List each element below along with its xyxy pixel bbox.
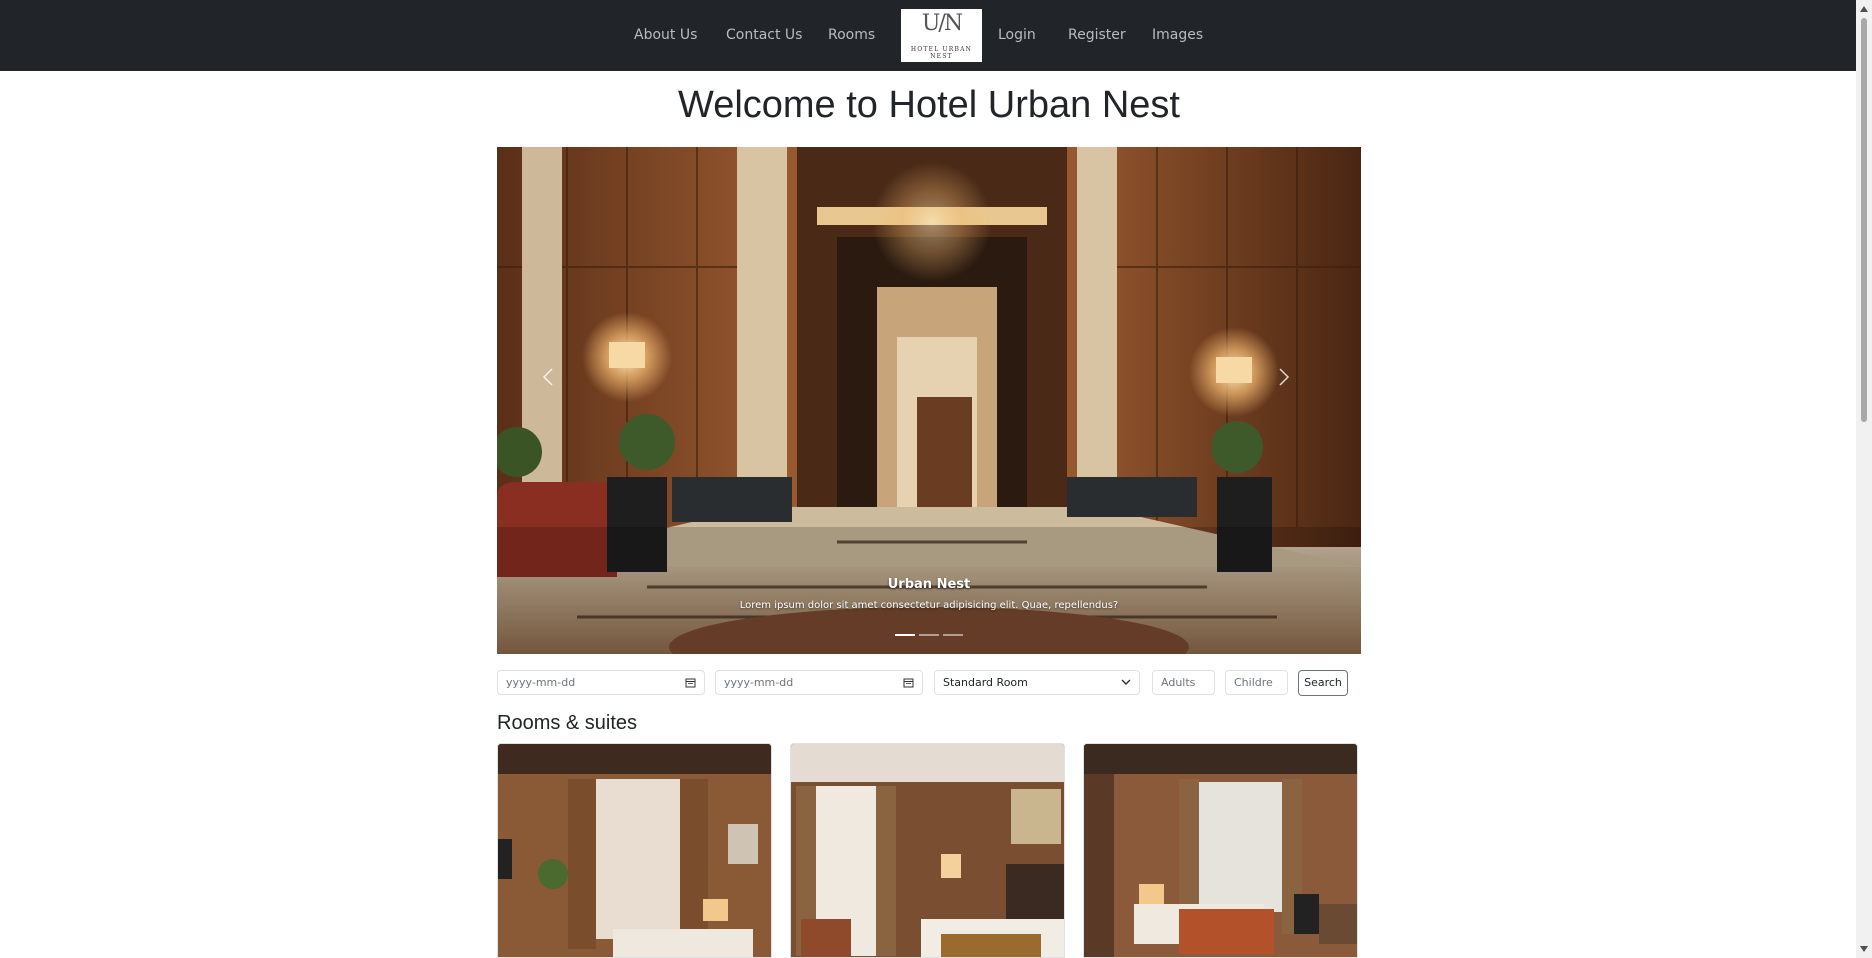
nav-link-register[interactable]: Register (1068, 0, 1126, 71)
room-card-2[interactable] (790, 743, 1065, 958)
checkout-placeholder: yyyy-mm-dd (724, 676, 794, 689)
navbar: About Us Contact Us Rooms U/N HOTEL URBA… (0, 0, 1856, 71)
carousel-indicator-2[interactable] (919, 634, 939, 636)
rooms-section-title: Rooms & suites (497, 712, 638, 734)
children-input[interactable]: Childre (1225, 670, 1288, 695)
room-card-3[interactable] (1083, 743, 1358, 958)
checkin-placeholder: yyyy-mm-dd (506, 676, 576, 689)
carousel-next-button[interactable] (1277, 367, 1317, 427)
nav-link-rooms[interactable]: Rooms (828, 0, 875, 71)
room-type-select[interactable]: Standard Room (934, 670, 1140, 695)
nav-link-about-us[interactable]: About Us (634, 0, 697, 71)
carousel-caption-text: Lorem ipsum dolor sit amet consectetur a… (739, 600, 1119, 611)
carousel-prev-button[interactable] (541, 367, 581, 427)
logo-monogram: U/N (921, 11, 963, 36)
nav-link-contact-us[interactable]: Contact Us (726, 0, 802, 71)
nav-link-login[interactable]: Login (998, 0, 1036, 71)
hotel-logo[interactable]: U/N HOTEL URBAN NEST (901, 9, 982, 62)
chevron-left-icon (542, 368, 553, 386)
adults-input[interactable]: Adults (1152, 670, 1215, 695)
children-placeholder: Childre (1234, 676, 1273, 689)
scroll-down-arrow-icon[interactable] (1856, 942, 1872, 956)
adults-placeholder: Adults (1161, 676, 1196, 689)
carousel-indicator-3[interactable] (943, 634, 963, 636)
page-scrollbar[interactable] (1856, 0, 1872, 958)
carousel-indicator-1[interactable] (895, 634, 915, 636)
room-card-1[interactable] (497, 743, 772, 958)
calendar-icon (685, 678, 696, 688)
hero-carousel: Urban Nest Lorem ipsum dolor sit amet co… (497, 147, 1361, 654)
page-title: Welcome to Hotel Urban Nest (678, 84, 1180, 126)
room-image-3 (1084, 744, 1357, 957)
carousel-caption-title: Urban Nest (887, 577, 971, 592)
logo-name: HOTEL URBAN NEST (910, 46, 973, 60)
checkout-date-input[interactable]: yyyy-mm-dd (715, 670, 923, 695)
room-type-selected: Standard Room (943, 676, 1028, 689)
room-image-1 (498, 744, 771, 957)
scrollbar-thumb[interactable] (1861, 18, 1867, 422)
chevron-down-icon (1121, 679, 1131, 685)
chevron-right-icon (1279, 368, 1290, 386)
checkin-date-input[interactable]: yyyy-mm-dd (497, 670, 705, 695)
nav-link-images[interactable]: Images (1152, 0, 1203, 71)
room-image-2 (791, 744, 1064, 957)
scroll-up-arrow-icon[interactable] (1856, 2, 1872, 16)
search-button[interactable]: Search (1298, 670, 1348, 696)
calendar-icon (903, 678, 914, 688)
